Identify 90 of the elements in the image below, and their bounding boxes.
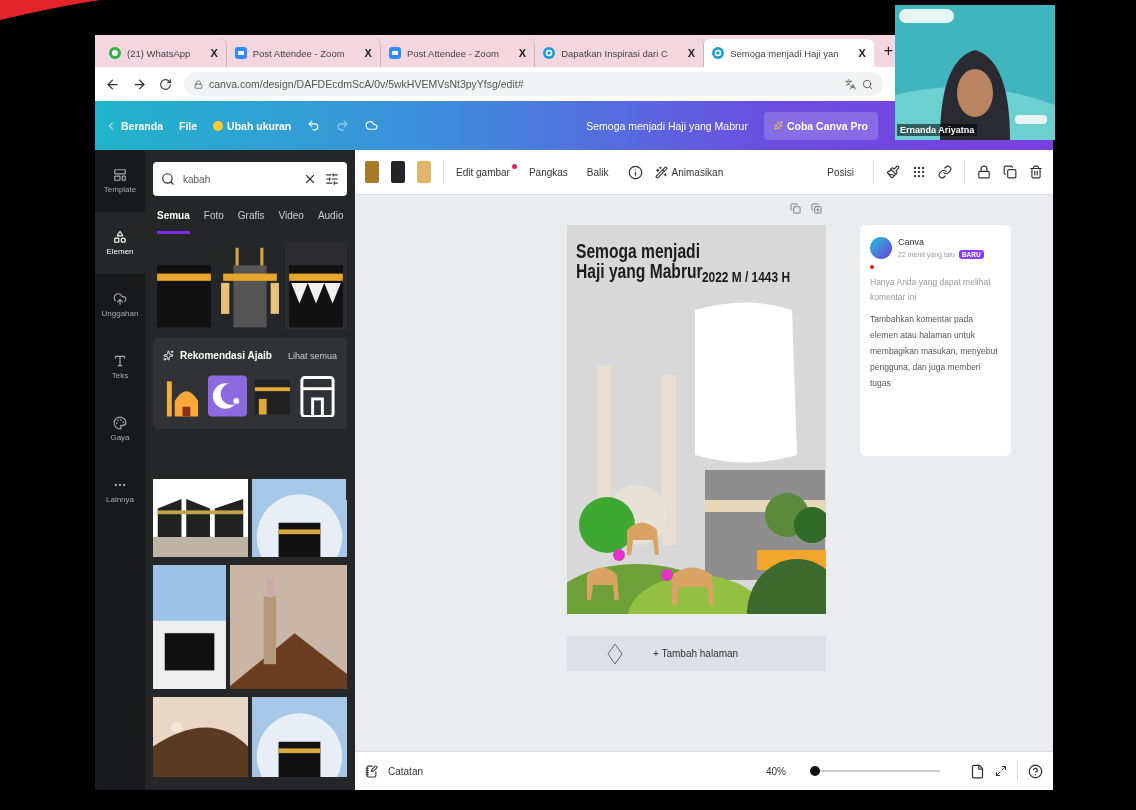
sidebar-item[interactable]: Template bbox=[95, 150, 145, 212]
zoom-level: 40% bbox=[766, 765, 786, 777]
upload-icon bbox=[113, 292, 127, 306]
browser-tab[interactable]: Semoga menjadi Haji yan X bbox=[704, 39, 874, 67]
filter-tab[interactable]: Audio bbox=[317, 210, 344, 234]
sparkle-icon bbox=[773, 121, 783, 130]
try-pro-button[interactable]: Coba Canva Pro bbox=[763, 111, 878, 140]
color-swatch[interactable] bbox=[417, 161, 431, 183]
close-button[interactable]: X bbox=[518, 47, 527, 59]
toolbar-button[interactable]: Balik bbox=[586, 162, 616, 182]
new-tab-button[interactable]: + bbox=[883, 42, 894, 60]
avatar-icon bbox=[870, 237, 892, 259]
transparency-icon[interactable] bbox=[912, 165, 926, 179]
card-title: Rekomendasi Ajaib bbox=[180, 350, 273, 361]
filter-tab[interactable]: Video bbox=[278, 210, 304, 234]
tab-title: Semoga menjadi Haji yan bbox=[730, 47, 839, 59]
wand-icon bbox=[654, 165, 668, 179]
undo-icon[interactable] bbox=[307, 119, 321, 132]
page-count-icon[interactable] bbox=[970, 763, 985, 779]
tab-title: (21) WhatsApp bbox=[127, 47, 191, 59]
comment-author: Canva bbox=[898, 237, 925, 247]
search-icon[interactable] bbox=[862, 78, 873, 90]
filter-icon[interactable] bbox=[325, 172, 339, 186]
address-bar[interactable]: canva.com/design/DAFDEcdmScA/0v/5wkHVEMVsNt3pyYfsg/edit# bbox=[184, 72, 883, 96]
kaaba-icon[interactable] bbox=[298, 375, 337, 417]
canva-icon bbox=[712, 47, 725, 59]
add-page-icon[interactable] bbox=[811, 203, 822, 214]
comment-text: Tambahkan komentar pada elemen atau halaman untuk membagikan masukan, menyebut pengguna, dan juga memberi tugas bbox=[870, 313, 999, 390]
text-icon bbox=[113, 354, 127, 368]
search-icon bbox=[161, 172, 175, 186]
back-icon[interactable] bbox=[105, 76, 120, 92]
crescent-icon[interactable] bbox=[208, 375, 247, 417]
notes-button[interactable]: Catatan bbox=[388, 765, 424, 777]
whatsapp-icon bbox=[109, 47, 121, 59]
filter-tab[interactable]: Grafis bbox=[237, 210, 265, 234]
info-icon[interactable] bbox=[627, 164, 643, 180]
move-icon bbox=[607, 642, 623, 665]
palette-icon bbox=[113, 416, 127, 430]
close-button[interactable]: X bbox=[858, 47, 866, 59]
color-swatch[interactable] bbox=[391, 161, 405, 183]
camera-icon bbox=[388, 47, 401, 59]
toolbar-button[interactable]: Pangkas bbox=[528, 162, 575, 182]
participant-name: Ernanda Ariyatna bbox=[897, 124, 978, 136]
tab-title: Post Attendee - Zoom bbox=[252, 47, 345, 59]
status-dot bbox=[870, 265, 874, 269]
forward-icon[interactable] bbox=[132, 76, 147, 92]
notes-icon[interactable] bbox=[365, 764, 378, 778]
close-button[interactable]: X bbox=[364, 47, 372, 59]
slider-thumb[interactable] bbox=[810, 766, 821, 776]
clear-icon[interactable] bbox=[303, 172, 317, 186]
toolbar-button[interactable]: Edit gambar bbox=[456, 162, 517, 182]
filter-tab[interactable]: Semua bbox=[157, 210, 190, 234]
close-button[interactable]: X bbox=[210, 47, 218, 59]
url-text: canva.com/design/DAFDEcdmScA/0v/5wkHVEMVsNt3pyYfsg/edit# bbox=[209, 78, 524, 90]
sidebar-item[interactable]: Lainnya bbox=[95, 460, 145, 522]
canva-icon bbox=[543, 47, 556, 59]
lock-icon bbox=[194, 79, 203, 89]
design-date: 2022 M / 1443 H bbox=[702, 269, 790, 285]
reload-icon[interactable] bbox=[159, 77, 172, 91]
search-field[interactable]: kabah bbox=[153, 162, 347, 196]
template-icon bbox=[113, 168, 127, 182]
lock-icon[interactable] bbox=[977, 165, 991, 179]
duplicate-icon[interactable] bbox=[1003, 165, 1017, 179]
tab-title: Dapatkan Inspirasi dari C bbox=[561, 47, 668, 59]
add-page-button[interactable]: + Tambah halaman bbox=[567, 636, 826, 671]
fullscreen-icon[interactable] bbox=[995, 765, 1007, 777]
design-heading: Semoga menjadi Haji yang Mabrur bbox=[576, 241, 703, 281]
design-title[interactable]: Semoga menjadi Haji yang Mabrur bbox=[586, 119, 748, 132]
translate-icon[interactable] bbox=[845, 78, 856, 90]
link-icon[interactable] bbox=[938, 165, 952, 179]
paintbrush-icon[interactable] bbox=[886, 165, 900, 179]
copy-page-icon[interactable] bbox=[790, 203, 801, 214]
animate-button[interactable]: Animasikan bbox=[654, 161, 731, 183]
comment-note: Hanya Anda yang dapat melihat komentar ini bbox=[870, 276, 992, 304]
position-button[interactable]: Posisi bbox=[827, 162, 861, 182]
sparkle-icon bbox=[163, 350, 174, 361]
sidebar-item[interactable]: Unggahan bbox=[95, 274, 145, 336]
tab-title: Post Attendee - Zoom bbox=[406, 47, 499, 59]
camera-icon bbox=[234, 47, 247, 59]
trash-icon[interactable] bbox=[1029, 165, 1043, 179]
color-swatch[interactable] bbox=[365, 161, 379, 183]
close-button[interactable]: X bbox=[687, 47, 696, 59]
shapes-icon bbox=[113, 230, 127, 244]
cloud-icon[interactable] bbox=[365, 119, 379, 132]
filter-tab[interactable]: Foto bbox=[203, 210, 224, 234]
help-icon[interactable] bbox=[1028, 763, 1043, 779]
see-all-link[interactable]: Lihat semua bbox=[287, 350, 337, 361]
sidebar-item[interactable]: Gaya bbox=[95, 398, 145, 460]
sidebar-item[interactable]: Elemen bbox=[95, 212, 145, 274]
sidebar-item[interactable]: Teks bbox=[95, 336, 145, 398]
